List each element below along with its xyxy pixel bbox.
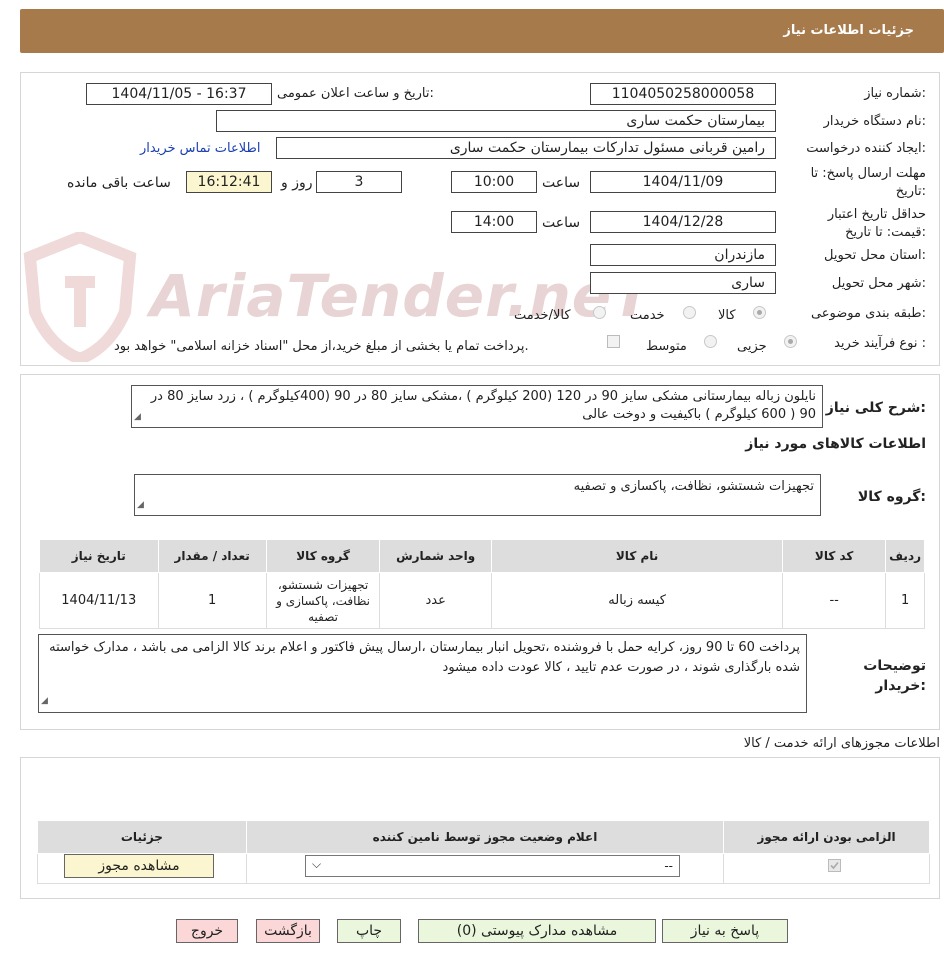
goods-table: ردیف کد کالا نام کالا واحد شمارش گروه کا… [39, 539, 925, 629]
cell-row: 1 [885, 572, 925, 629]
col-details: جزئیات [37, 820, 247, 854]
process-option-medium: متوسط [646, 339, 687, 354]
col-row: ردیف [885, 539, 925, 573]
summary-label: شرح کلی نیاز: [825, 400, 926, 416]
watermark-text: AriaTender.neT [150, 262, 653, 330]
col-unit: واحد شمارش [379, 539, 492, 573]
province-label: استان محل تحویل: [824, 248, 926, 263]
back-button[interactable]: بازگشت [256, 919, 320, 943]
creator-label: ایجاد کننده درخواست: [806, 141, 926, 156]
goods-group-textarea[interactable]: تجهیزات شستشو، نظافت، پاکسازی و تصفیه ◢ [134, 474, 821, 516]
category-radio-goods[interactable] [753, 306, 766, 319]
goods-table-header: ردیف کد کالا نام کالا واحد شمارش گروه کا… [39, 539, 925, 573]
need-number-field: 1104050258000058 [590, 83, 776, 105]
process-radio-medium[interactable] [704, 335, 717, 348]
category-option-goods: کالا [718, 308, 736, 323]
page-title: جزئیات اطلاعات نیاز [783, 23, 914, 38]
category-radio-both[interactable] [593, 306, 606, 319]
validity-label: حداقل تاریخ اعتبار قیمت: تا تاریخ: [827, 207, 926, 240]
days-label: روز و [281, 175, 313, 191]
buyer-notes-text: پرداخت 60 تا 90 روز، کرایه حمل با فروشند… [49, 640, 800, 675]
remaining-time-field: 16:12:41 [186, 171, 272, 193]
permits-table-header: الزامی بودن ارائه مجوز اعلام وضعیت مجوز … [37, 820, 930, 854]
deadline-date-field: 1404/11/09 [590, 171, 776, 193]
announce-label: تاریخ و ساعت اعلان عمومی: [277, 86, 434, 101]
process-radio-minor[interactable] [784, 335, 797, 348]
buyer-contact-link[interactable]: اطلاعات تماس خریدار [140, 141, 260, 156]
payment-note: پرداخت تمام یا بخشی از مبلغ خرید،از محل … [114, 339, 529, 354]
deadline-label: مهلت ارسال پاسخ: تا تاریخ: [810, 166, 926, 199]
reply-button[interactable]: پاسخ به نیاز [662, 919, 788, 943]
permit-required-checkbox [828, 859, 841, 872]
validity-date-field: 1404/12/28 [590, 211, 776, 233]
chevron-down-icon: ⌵ [312, 857, 322, 871]
treasury-checkbox[interactable] [607, 335, 620, 348]
cell-name: کیسه زباله [490, 572, 784, 629]
deadline-time-label: ساعت [542, 175, 581, 191]
category-label: طبقه بندی موضوعی: [810, 306, 926, 321]
buyer-org-field: بیمارستان حکمت ساری [216, 110, 776, 132]
view-attachments-button[interactable]: مشاهده مدارک پیوستی (0) [418, 919, 656, 943]
cell-group: تجهیزات شستشو، نظافت، پاکسازی و تصفیه [265, 572, 381, 629]
creator-field: رامین قربانی مسئول تدارکات بیمارستان حکم… [276, 137, 776, 159]
need-number-label: شماره نیاز: [864, 86, 926, 101]
validity-time-label: ساعت [542, 215, 581, 231]
goods-group-text: تجهیزات شستشو، نظافت، پاکسازی و تصفیه [573, 479, 814, 494]
category-option-service: خدمت [630, 308, 665, 323]
permit-status-select[interactable]: -- ⌵ [305, 855, 680, 877]
cell-required [723, 853, 930, 884]
category-radio-service[interactable] [683, 306, 696, 319]
validity-time-field: 14:00 [451, 211, 537, 233]
col-required: الزامی بودن ارائه مجوز [723, 820, 930, 854]
deadline-time-field: 10:00 [451, 171, 537, 193]
col-qty: تعداد / مقدار [157, 539, 267, 573]
print-button[interactable]: چاپ [337, 919, 401, 943]
remaining-label: ساعت باقی مانده [67, 175, 171, 191]
goods-group-label: گروه کالا: [857, 489, 926, 505]
announce-datetime-field: 1404/11/05 - 16:37 [86, 83, 272, 105]
permit-status-value: -- [664, 859, 673, 873]
city-label: شهر محل تحویل: [831, 276, 926, 291]
resize-grip-icon: ◢ [134, 412, 141, 422]
col-status: اعلام وضعیت مجوز توسط نامین کننده [245, 820, 725, 854]
col-date: تاریخ نیاز [39, 539, 159, 573]
summary-textarea[interactable]: نایلون زباله بیمارستانی مشکی سایز 90 در … [131, 385, 823, 428]
col-code: کد کالا [782, 539, 887, 573]
goods-info-title: اطلاعات کالاهای مورد نیاز [745, 436, 926, 452]
col-group: گروه کالا [265, 539, 381, 573]
table-row: 1 -- کیسه زباله عدد تجهیزات شستشو، نظافت… [39, 572, 925, 629]
resize-grip-icon: ◢ [137, 500, 144, 510]
province-field: مازندران [590, 244, 776, 266]
page-header: جزئیات اطلاعات نیاز [20, 9, 944, 53]
check-icon [830, 861, 839, 870]
col-name: نام کالا [490, 539, 784, 573]
cell-code: -- [782, 572, 887, 629]
exit-button[interactable]: خروج [176, 919, 238, 943]
process-label: نوع فرآیند خرید : [834, 336, 926, 351]
buyer-org-label: نام دستگاه خریدار: [823, 114, 926, 129]
days-field: 3 [316, 171, 402, 193]
process-option-minor: جزیی [737, 339, 767, 354]
buyer-notes-textarea[interactable]: پرداخت 60 تا 90 روز، کرایه حمل با فروشند… [38, 634, 807, 713]
summary-text: نایلون زباله بیمارستانی مشکی سایز 90 در … [150, 389, 816, 422]
permits-title: اطلاعات مجوزهای ارائه خدمت / کالا [743, 736, 940, 751]
category-option-both: کالا/خدمت [514, 308, 571, 323]
view-permit-button[interactable]: مشاهده مجوز [64, 854, 214, 878]
resize-grip-icon: ◢ [41, 696, 48, 706]
cell-date: 1404/11/13 [39, 572, 159, 629]
city-field: ساری [590, 272, 776, 294]
cell-qty: 1 [157, 572, 267, 629]
buyer-notes-label: توضیحات خریدار: [863, 658, 926, 694]
cell-unit: عدد [379, 572, 492, 629]
